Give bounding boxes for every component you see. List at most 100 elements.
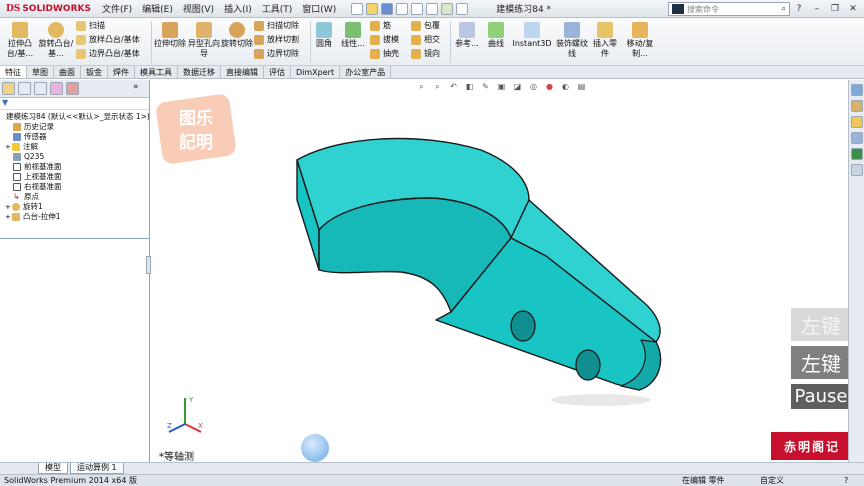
boundary-boss-button[interactable]: 边界凸台/基体: [76, 49, 140, 59]
print-icon[interactable]: [396, 2, 409, 15]
curves-button[interactable]: 曲线: [484, 22, 508, 49]
tab-evaluate[interactable]: 评估: [264, 66, 291, 78]
reference-geometry-button[interactable]: 参考...: [452, 22, 482, 49]
expand-icon[interactable]: +: [5, 202, 12, 212]
expand-icon[interactable]: +: [5, 142, 12, 152]
tree-item-front-plane[interactable]: 前视基准面: [3, 162, 149, 172]
menu-file[interactable]: 文件(F): [97, 2, 137, 15]
tab-model[interactable]: 模型: [38, 463, 68, 474]
tree-filter-icon[interactable]: ▼: [0, 98, 149, 110]
property-manager-tab-icon[interactable]: [18, 82, 31, 95]
sensor-icon: [13, 133, 21, 141]
expand-panel-icon[interactable]: »: [133, 82, 146, 95]
tree-item-annotations[interactable]: + 注解: [3, 142, 149, 152]
tab-surfaces[interactable]: 曲面: [54, 66, 81, 78]
loft-button[interactable]: 放样凸台/基体: [76, 35, 140, 45]
menu-view[interactable]: 视图(V): [178, 2, 219, 15]
tree-item-sensors[interactable]: 传感器: [3, 132, 149, 142]
sweep-cut-button[interactable]: 扫描切除: [254, 21, 299, 31]
dimxpert-manager-tab-icon[interactable]: [50, 82, 63, 95]
revolve-cut-button[interactable]: 旋转切除: [221, 22, 253, 49]
intersect-button[interactable]: 相交: [411, 35, 440, 45]
tab-dimxpert[interactable]: DimXpert: [291, 66, 341, 78]
tree-item-revolve1[interactable]: + 旋转1: [3, 202, 149, 212]
part-model[interactable]: [151, 80, 848, 462]
hole-wizard-button[interactable]: 异型孔向导: [188, 22, 220, 59]
save-icon[interactable]: [381, 2, 394, 15]
extrude-cut-button[interactable]: 拉伸切除: [154, 22, 186, 49]
expand-icon[interactable]: +: [5, 212, 12, 222]
cosmetic-thread-button[interactable]: 装饰螺纹线: [556, 22, 588, 59]
tree-root[interactable]: 建模练习84 (默认<<默认>_显示状态 1>): [3, 112, 149, 122]
tree-item-top-plane[interactable]: 上视基准面: [3, 172, 149, 182]
custom-properties-icon[interactable]: [851, 164, 863, 176]
tab-data-migration[interactable]: 数据迁移: [178, 66, 221, 78]
search-scope-icon[interactable]: [672, 4, 684, 14]
tab-mold-tools[interactable]: 模具工具: [135, 66, 178, 78]
menu-edit[interactable]: 编辑(E): [137, 2, 178, 15]
boundary-cut-button[interactable]: 边界切除: [254, 49, 299, 59]
panel-divider: [0, 238, 150, 239]
undo-icon[interactable]: [411, 2, 424, 15]
view-palette-icon[interactable]: [851, 132, 863, 144]
open-icon[interactable]: [366, 2, 379, 15]
status-units[interactable]: 自定义: [760, 475, 784, 486]
extrude-cut-label: 拉伸切除: [154, 39, 186, 48]
design-library-icon[interactable]: [851, 100, 863, 112]
minimize-icon[interactable]: –: [810, 2, 824, 15]
appearances-icon[interactable]: [851, 148, 863, 160]
insert-part-button[interactable]: 插入零件: [590, 22, 620, 59]
tab-weldments[interactable]: 焊件: [108, 66, 135, 78]
status-help-icon[interactable]: ?: [844, 475, 848, 486]
tree-item-right-plane[interactable]: 右视基准面: [3, 182, 149, 192]
options-icon[interactable]: [456, 2, 469, 15]
tab-sketch[interactable]: 草图: [27, 66, 54, 78]
tree-item-origin[interactable]: ↳ 原点: [3, 192, 149, 202]
tree-item-extrude1[interactable]: + 凸台-拉伸1: [3, 212, 149, 222]
shell-button[interactable]: 抽壳: [370, 49, 399, 59]
revolve-boss-button[interactable]: 旋转凸台/基...: [38, 22, 74, 59]
extrude-boss-button[interactable]: 拉伸凸台/基...: [3, 22, 37, 59]
menu-insert[interactable]: 插入(I): [219, 2, 257, 15]
fillet-icon: [316, 22, 332, 38]
linear-pattern-button[interactable]: 线性...: [338, 22, 368, 49]
tab-motion-study[interactable]: 运动算例 1: [70, 463, 124, 474]
file-explorer-icon[interactable]: [851, 116, 863, 128]
draft-label: 拔模: [383, 35, 399, 44]
search-input[interactable]: 搜索命令 ⌕: [668, 2, 790, 16]
feature-manager-tab-icon[interactable]: [2, 82, 15, 95]
rebuild-icon[interactable]: [441, 2, 454, 15]
close-icon[interactable]: ✕: [846, 2, 860, 15]
mirror-button[interactable]: 镜向: [411, 49, 440, 59]
help-icon[interactable]: ?: [792, 2, 806, 15]
extrude-cut-icon: [162, 22, 178, 38]
configuration-manager-tab-icon[interactable]: [34, 82, 47, 95]
wrap-button[interactable]: 包覆: [411, 21, 440, 31]
sweep-cut-icon: [254, 21, 264, 31]
select-icon[interactable]: [426, 2, 439, 15]
loft-cut-button[interactable]: 放样切割: [254, 35, 299, 45]
move-copy-button[interactable]: 移动/复制...: [622, 22, 658, 59]
solidworks-resources-icon[interactable]: [851, 84, 863, 96]
solidworks-logo[interactable]: DS SOLIDWORKS: [0, 0, 97, 18]
instant3d-button[interactable]: Instant3D: [510, 22, 554, 49]
tree-item-history[interactable]: 历史记录: [3, 122, 149, 132]
menu-window[interactable]: 窗口(W): [297, 2, 341, 15]
draft-button[interactable]: 拔模: [370, 35, 399, 45]
sweep-button[interactable]: 扫描: [76, 21, 105, 31]
new-document-icon[interactable]: [351, 2, 364, 15]
tree-item-material[interactable]: Q235: [3, 152, 149, 162]
tree-item-label: 右视基准面: [24, 182, 62, 191]
tab-sheet-metal[interactable]: 钣金: [81, 66, 108, 78]
revolve-feature-icon: [12, 203, 20, 211]
menu-tools[interactable]: 工具(T): [257, 2, 298, 15]
tab-direct-editing[interactable]: 直接编辑: [221, 66, 264, 78]
graphics-area[interactable]: 图乐 記明 ⌕ ⌕ ↶ ◧ ✎ ▣ ◪ ◎ ● ◐ ▤ Y X Z *等轴测 左…: [151, 80, 848, 462]
search-icon[interactable]: ⌕: [782, 4, 786, 14]
tab-office-products[interactable]: 办公室产品: [340, 66, 392, 78]
display-manager-tab-icon[interactable]: [66, 82, 79, 95]
rib-button[interactable]: 筋: [370, 21, 391, 31]
tab-features[interactable]: 特征: [0, 66, 27, 78]
restore-icon[interactable]: ❐: [828, 2, 842, 15]
fillet-button[interactable]: 圆角: [312, 22, 336, 49]
